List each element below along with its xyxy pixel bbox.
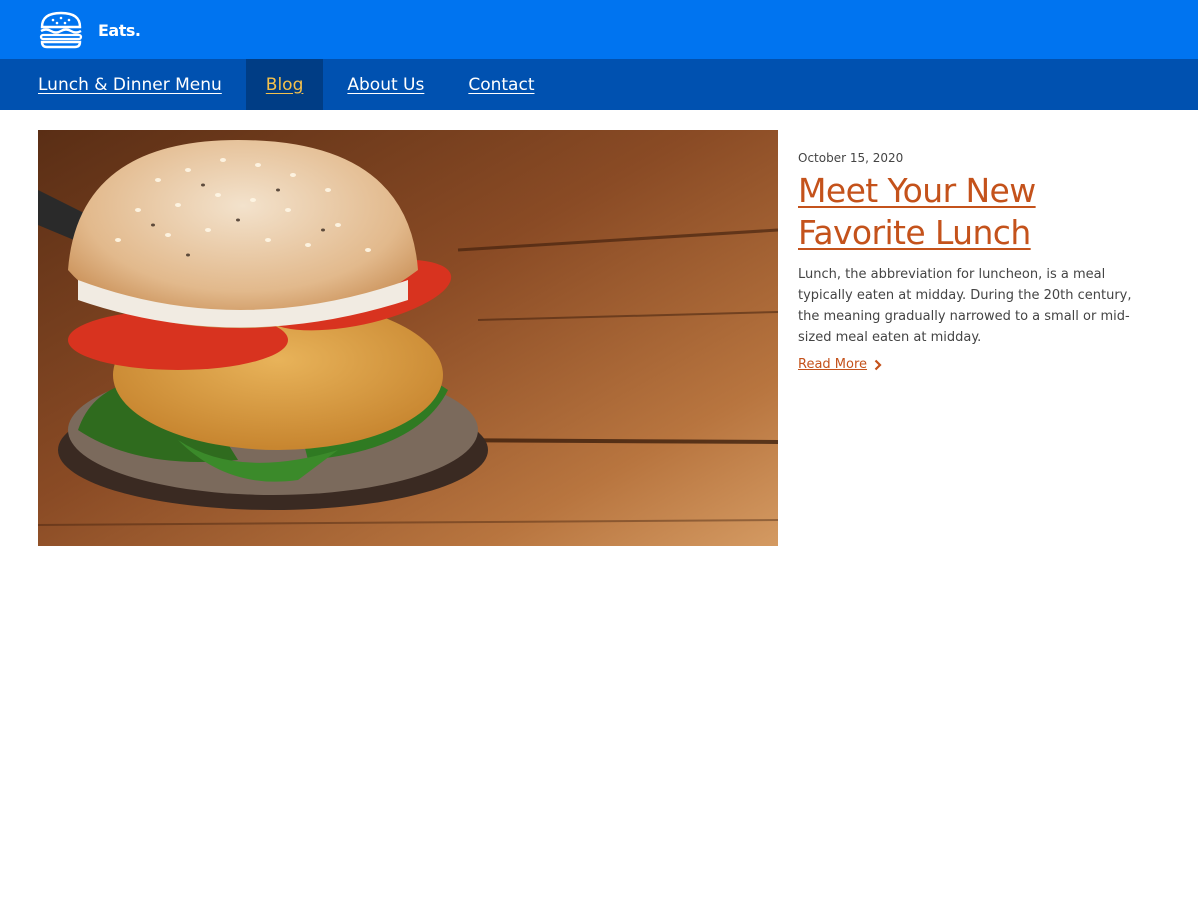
post-image[interactable] (38, 130, 778, 546)
main-nav: Lunch & Dinner Menu Blog About Us Contac… (0, 59, 1198, 110)
nav-item-blog[interactable]: Blog (245, 59, 324, 110)
read-more-label: Read More (798, 357, 868, 372)
post-excerpt: Lunch, the abbreviation for luncheon, is… (798, 267, 1132, 345)
site-header: Eats. (0, 0, 1198, 59)
main-content: October 15, 2020 Meet Your New Favorite … (0, 110, 1198, 897)
nav-item-contact[interactable]: Contact (468, 59, 534, 110)
post-title-link[interactable]: Meet Your New Favorite Lunch (798, 170, 1158, 254)
read-more-link[interactable]: Read More (798, 357, 882, 372)
nav-item-menu[interactable]: Lunch & Dinner Menu (38, 59, 246, 110)
burger-icon[interactable] (38, 11, 84, 49)
blog-post: October 15, 2020 Meet Your New Favorite … (798, 151, 1158, 372)
nav-item-about[interactable]: About Us (323, 59, 468, 110)
chevron-right-icon (874, 359, 882, 370)
burger-photo (38, 130, 778, 546)
brand-name[interactable]: Eats. (98, 21, 141, 40)
post-date: October 15, 2020 (798, 151, 904, 165)
